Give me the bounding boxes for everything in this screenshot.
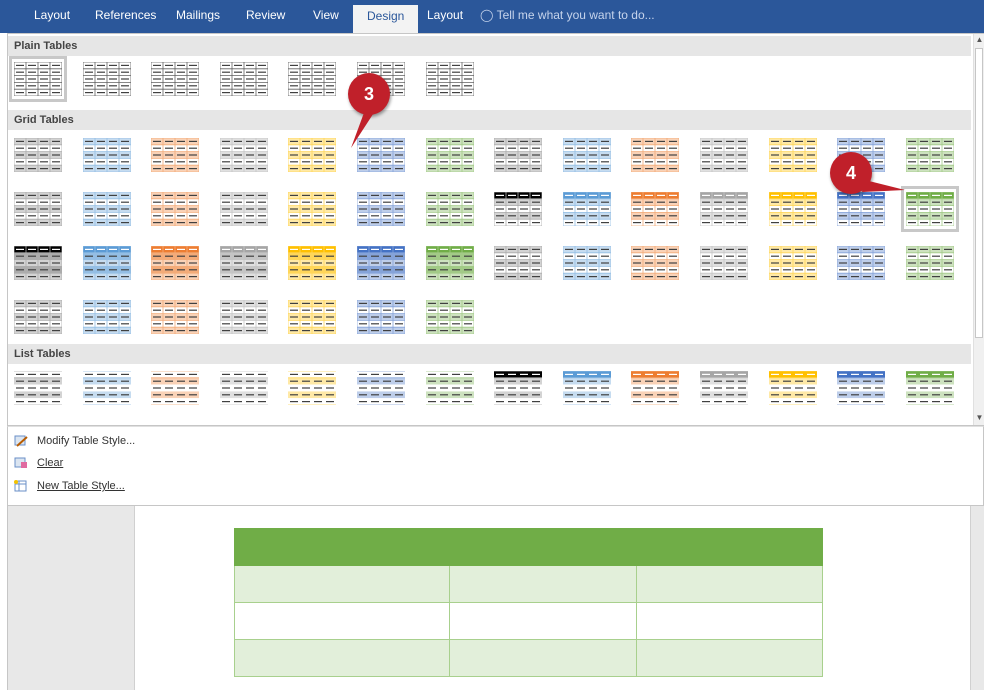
document-area xyxy=(7,506,984,690)
table-cell[interactable] xyxy=(234,602,450,640)
table-row xyxy=(234,602,823,640)
clear-label: Clear xyxy=(37,457,64,469)
table-header-row xyxy=(234,528,823,566)
table-cell[interactable] xyxy=(234,528,450,566)
modify-table-style-item[interactable]: Modify Table Style... xyxy=(14,431,135,451)
new-table-style-label: New Table Style... xyxy=(37,480,125,492)
table-cell[interactable] xyxy=(636,639,823,677)
table-row xyxy=(234,565,823,603)
table-cell[interactable] xyxy=(636,565,823,603)
document-page xyxy=(134,506,971,690)
modify-table-style-icon xyxy=(14,435,28,447)
table-cell[interactable] xyxy=(449,639,637,677)
callout-4-pointer xyxy=(862,180,905,192)
table-row xyxy=(234,639,823,677)
table-cell[interactable] xyxy=(449,602,637,640)
table-cell[interactable] xyxy=(234,565,450,603)
new-table-style-icon xyxy=(14,480,27,492)
table-cell[interactable] xyxy=(636,602,823,640)
callout-3-pointer xyxy=(351,108,377,148)
table-cell[interactable] xyxy=(234,639,450,677)
table-cell[interactable] xyxy=(636,528,823,566)
modify-table-style-label: Modify Table Style... xyxy=(37,435,136,447)
table-cell[interactable] xyxy=(449,528,637,566)
table-cell[interactable] xyxy=(449,565,637,603)
new-table-style-item[interactable]: New Table Style... xyxy=(14,476,125,496)
document-table[interactable] xyxy=(234,528,823,677)
clear-icon xyxy=(14,457,27,469)
gallery-menu: Modify Table Style... Clear New Table St… xyxy=(7,426,984,506)
clear-item[interactable]: Clear xyxy=(14,453,63,473)
